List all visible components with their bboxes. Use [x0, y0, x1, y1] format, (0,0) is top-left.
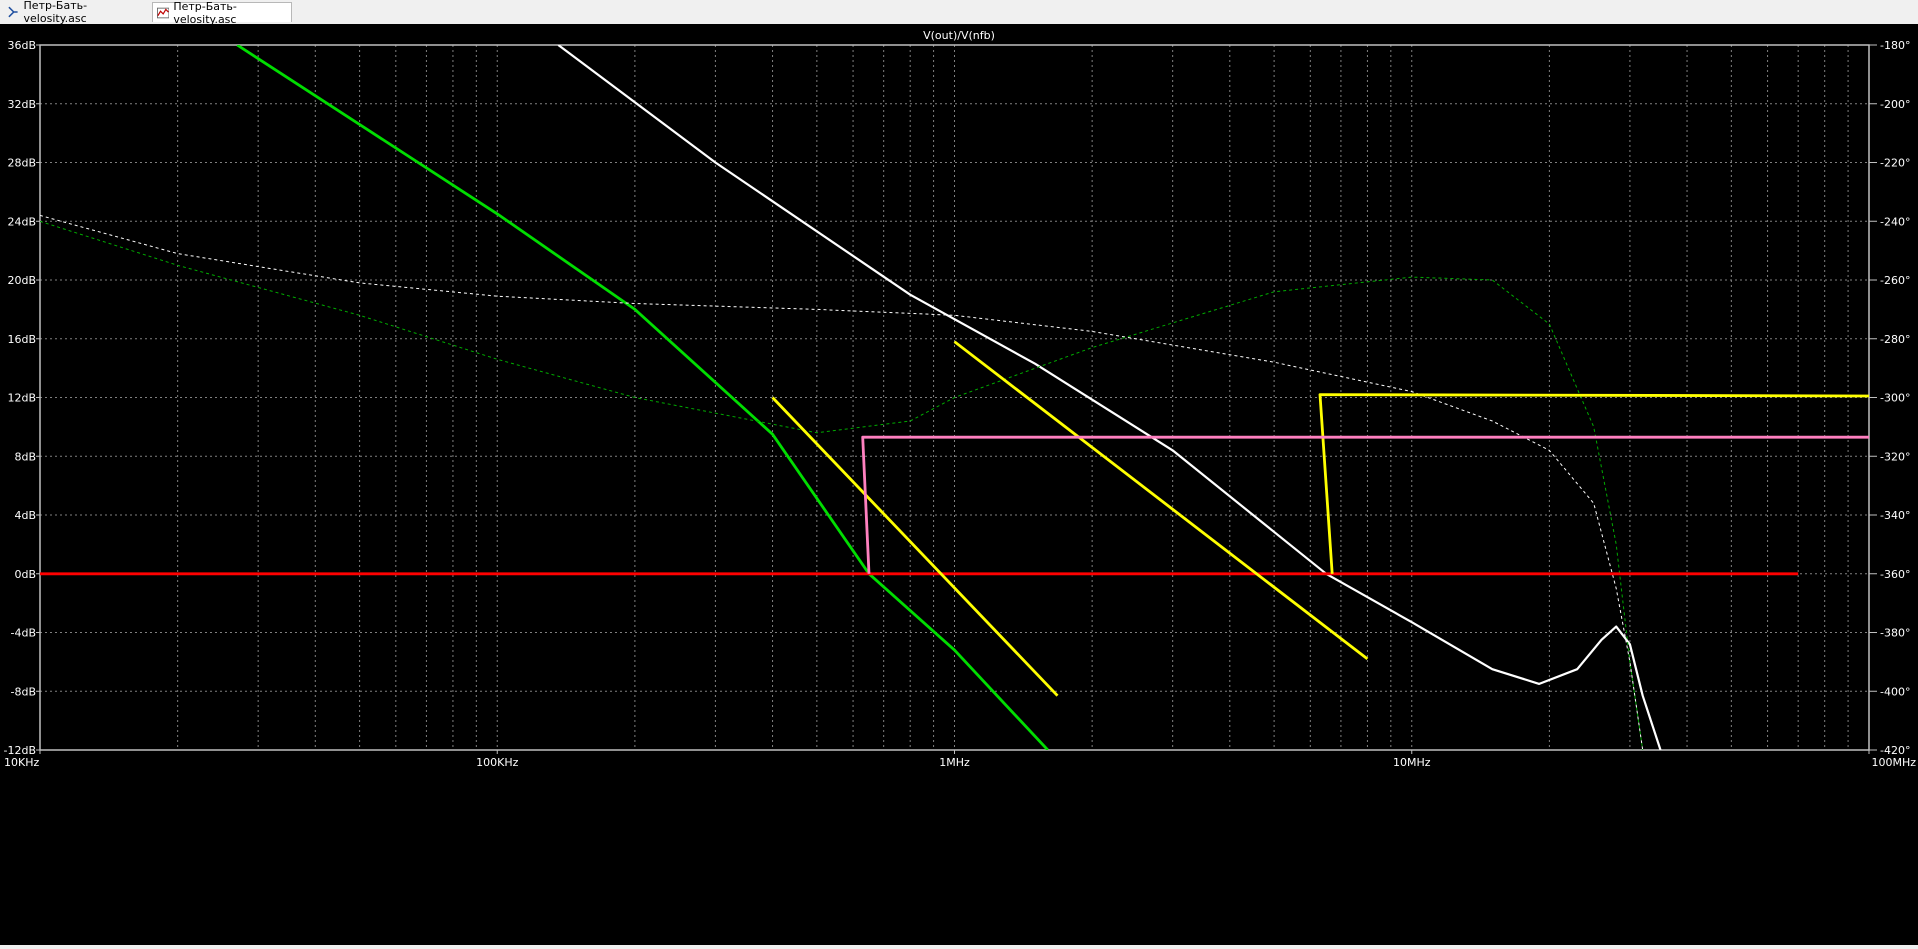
y-right-tick-label: -360° [1880, 568, 1910, 581]
x-tick-label: 100KHz [476, 756, 518, 769]
y-right-tick-label: -220° [1880, 157, 1910, 170]
magnitude-trace-8 [861, 435, 1869, 574]
tab-schematic[interactable]: Петр-Бать-velosity.asc [2, 0, 152, 25]
y-right-tick-label: -340° [1880, 509, 1910, 522]
y-right-tick-label: -240° [1880, 215, 1910, 228]
tab-waveform-label: Петр-Бать-velosity.asc [173, 0, 237, 26]
y-right-tick-label: -260° [1880, 274, 1910, 287]
tab-bar: Петр-Бать-velosity.asc Петр-Бать-velosit… [0, 0, 1918, 26]
y-left-tick-label: -8dB [11, 685, 37, 698]
y-left-tick-label: 28dB [7, 157, 36, 170]
y-left-tick-label: -4dB [11, 627, 37, 640]
phase-trace-2 [40, 214, 1644, 750]
magnitude-trace-7 [1318, 393, 1869, 574]
plot-title: V(out)/V(nfb) [923, 29, 995, 42]
y-right-tick-label: -380° [1880, 627, 1910, 640]
x-tick-label: 100MHz [1871, 756, 1916, 769]
y-left-tick-label: 12dB [7, 392, 36, 405]
y-right-tick-label: -320° [1880, 450, 1910, 463]
bode-plot[interactable]: -12dB-8dB-4dB0dB4dB8dB12dB16dB20dB24dB28… [0, 24, 1918, 945]
y-left-tick-label: 8dB [14, 450, 36, 463]
y-left-tick-label: 16dB [7, 333, 36, 346]
y-left-tick-label: 4dB [14, 509, 36, 522]
y-left-tick-label: 0dB [14, 568, 36, 581]
y-right-tick-label: -300° [1880, 392, 1910, 405]
y-left-tick-label: 20dB [7, 274, 36, 287]
magnitude-trace-6 [953, 340, 1369, 661]
waveform-viewer[interactable]: V(out)/V(nfb) -12dB -8dB -4dB 0dB 4dB 8dB 12dB… [0, 24, 1918, 945]
schematic-icon [8, 6, 18, 18]
magnitude-trace-5 [771, 396, 1059, 697]
y-right-tick-label: -280° [1880, 333, 1910, 346]
tab-waveform[interactable]: Петр-Бать-velosity.asc [152, 0, 292, 26]
x-tick-label: 10KHz [4, 756, 39, 769]
phase-trace-3 [40, 220, 1644, 750]
x-tick-label: 1MHz [939, 756, 970, 769]
y-right-tick-label: -400° [1880, 685, 1910, 698]
x-tick-label: 10MHz [1393, 756, 1431, 769]
waveform-icon [157, 7, 170, 18]
y-left-tick-label: 32dB [7, 98, 36, 111]
y-left-tick-label: 24dB [7, 215, 36, 228]
y-right-tick-label: -200° [1880, 98, 1910, 111]
tab-schematic-label: Петр-Бать-velosity.asc [23, 0, 88, 25]
